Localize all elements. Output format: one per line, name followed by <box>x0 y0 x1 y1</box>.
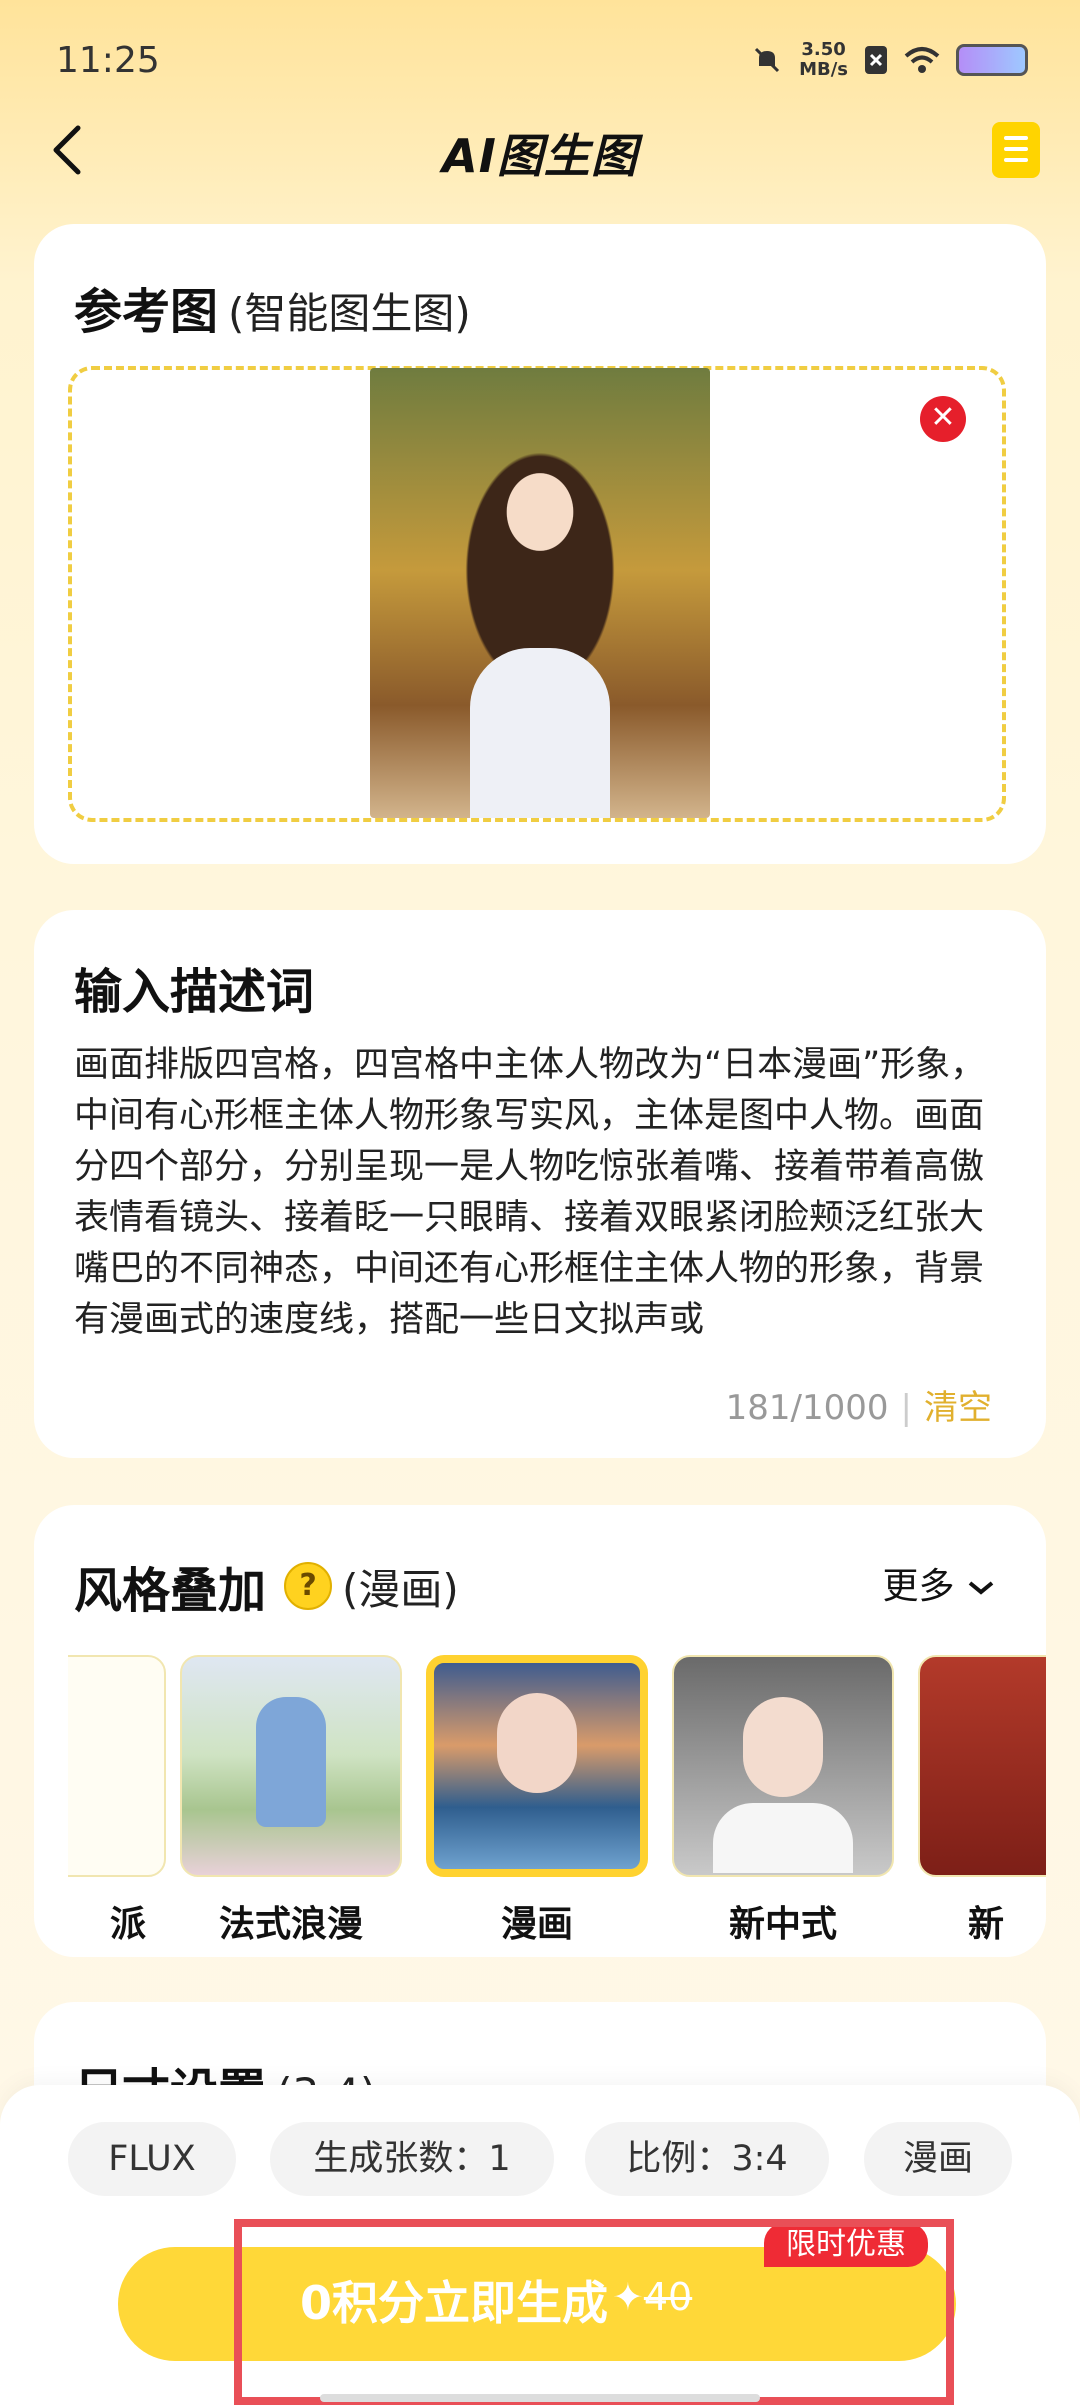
style-item[interactable]: 新中式 <box>672 1655 894 1945</box>
style-label: 派 <box>109 1904 146 1945</box>
model-chip[interactable]: FLUX <box>68 2122 236 2196</box>
style-label: 新中式 <box>728 1904 837 1945</box>
style-thumb <box>68 1655 166 1877</box>
no-sim-icon <box>865 46 887 74</box>
reference-title: 参考图 (智能图生图) <box>74 284 471 340</box>
wifi-icon <box>904 47 940 73</box>
style-item[interactable]: 法式浪漫 <box>180 1655 402 1945</box>
style-selected: (漫画) <box>342 1564 459 1614</box>
style-card: 风格叠加 ? (漫画) 更多 派 法式浪漫 漫画 新中式 新 <box>34 1505 1046 1957</box>
mute-icon <box>755 47 780 73</box>
style-title: 风格叠加 <box>74 1563 267 1619</box>
prompt-card: 输入描述词 画面排版四宫格，四宫格中主体人物改为“日本漫画”形象，中间有心形框主… <box>34 910 1046 1458</box>
style-label: 新 <box>968 1904 1005 1945</box>
style-item[interactable]: 派 <box>68 1655 166 1945</box>
reference-card: 参考图 (智能图生图) ✕ <box>34 224 1046 864</box>
style-title-row: 风格叠加 ? (漫画) <box>74 1551 459 1621</box>
ratio-chip[interactable]: 比例：3:4 <box>585 2122 829 2196</box>
style-label: 法式浪漫 <box>218 1904 363 1945</box>
status-time: 11:25 <box>56 40 160 81</box>
style-item[interactable]: 新 <box>918 1655 1046 1945</box>
clear-button[interactable]: 清空 <box>924 1388 992 1428</box>
more-button[interactable]: 更多 <box>883 1557 996 1609</box>
home-indicator <box>320 2394 760 2402</box>
style-chip[interactable]: 漫画 <box>864 2122 1012 2196</box>
reference-photo <box>370 368 710 818</box>
style-item-selected[interactable]: 漫画 <box>426 1655 648 1945</box>
page-title: AI图生图 <box>442 129 638 183</box>
prompt-textarea[interactable]: 画面排版四宫格，四宫格中主体人物改为“日本漫画”形象，中间有心形框主体人物形象写… <box>74 1040 1009 1346</box>
document-button[interactable] <box>992 122 1040 178</box>
char-count: 181/1000 <box>725 1388 889 1428</box>
highlight-box <box>234 2219 954 2405</box>
style-strip[interactable]: 派 法式浪漫 漫画 新中式 新 <box>68 1655 1046 1945</box>
style-thumb <box>426 1655 648 1877</box>
style-label: 漫画 <box>500 1904 573 1945</box>
style-thumb <box>672 1655 894 1877</box>
count-chip[interactable]: 生成张数：1 <box>270 2122 554 2196</box>
status-icons: 3.50 MB/s <box>751 40 1028 80</box>
chevron-down-icon <box>968 1581 994 1595</box>
battery-icon <box>956 44 1028 76</box>
prompt-counter: 181/1000 | 清空 <box>725 1388 992 1428</box>
close-icon: ✕ <box>930 400 956 435</box>
remove-image-button[interactable]: ✕ <box>920 396 966 442</box>
style-thumb <box>180 1655 402 1877</box>
prompt-title: 输入描述词 <box>74 964 315 1020</box>
net-speed: 3.50 MB/s <box>799 39 848 80</box>
style-thumb <box>918 1655 1046 1877</box>
help-icon[interactable]: ? <box>284 1562 333 1610</box>
